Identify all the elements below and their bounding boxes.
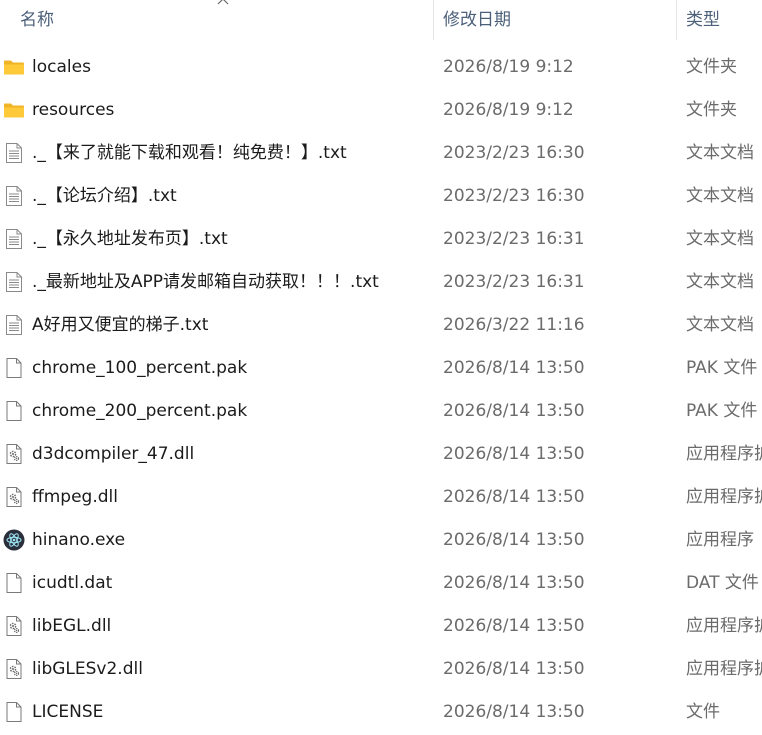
blank-file-icon [3,400,25,422]
file-row[interactable]: ffmpeg.dll 2026/8/14 13:50 应用程序扩 [0,476,762,519]
dll-gear-file-icon [3,443,25,465]
electron-app-icon [3,529,25,551]
file-row[interactable]: LICENSE 2026/8/14 13:50 文件 [0,691,762,734]
file-name[interactable]: ._【永久地址发布页】.txt [32,218,432,261]
file-name[interactable]: ._最新地址及APP请发邮箱自动获取！！！.txt [32,261,432,304]
dll-gear-file-icon [3,658,25,680]
file-name[interactable]: chrome_100_percent.pak [32,347,432,390]
file-name[interactable]: ._【论坛介绍】.txt [32,175,432,218]
file-type: 文件夹 [686,57,737,77]
file-date-modified: 2026/8/14 13:50 [443,573,585,593]
file-type: 文本文档 [686,143,754,163]
file-type: 应用程序扩 [686,659,762,679]
file-name[interactable]: locales [32,46,432,89]
file-date-modified: 2026/8/14 13:50 [443,530,585,550]
file-row[interactable]: hinano.exe 2026/8/14 13:50 应用程序 [0,519,762,562]
file-type: 文件夹 [686,100,737,120]
text-document-icon [3,271,25,293]
file-row[interactable]: ._【论坛介绍】.txt 2023/2/23 16:30 文本文档 [0,175,762,218]
file-type: 应用程序扩 [686,444,762,464]
text-document-icon [3,185,25,207]
file-date-modified: 2026/8/14 13:50 [443,487,585,507]
file-row[interactable]: ._【永久地址发布页】.txt 2023/2/23 16:31 文本文档 [0,218,762,261]
file-name[interactable]: resources [32,89,432,132]
file-rows: locales 2026/8/19 9:12 文件夹 resources 2026/8/… [0,46,762,734]
file-name[interactable]: ._【来了就能下载和观看！纯免费！】.txt [32,132,432,175]
file-row[interactable]: d3dcompiler_47.dll 2026/8/14 13:50 应用程序扩 [0,433,762,476]
file-name[interactable]: LICENSE [32,691,432,734]
column-header-name[interactable]: 名称 [20,0,428,40]
text-document-icon [3,228,25,250]
file-date-modified: 2026/8/14 13:50 [443,702,585,722]
file-type: 文件 [686,702,720,722]
file-type: 文本文档 [686,315,754,335]
file-row[interactable]: libGLESv2.dll 2026/8/14 13:50 应用程序扩 [0,648,762,691]
file-type: 应用程序 [686,530,754,550]
file-name[interactable]: icudtl.dat [32,562,432,605]
column-divider[interactable] [433,0,434,40]
file-type: PAK 文件 [686,401,758,421]
file-name[interactable]: ffmpeg.dll [32,476,432,519]
file-type: 文本文档 [686,186,754,206]
file-date-modified: 2023/2/23 16:31 [443,229,585,249]
file-row[interactable]: A好用又便宜的梯子.txt 2026/3/22 11:16 文本文档 [0,304,762,347]
file-date-modified: 2026/3/22 11:16 [443,315,585,335]
file-name[interactable]: libGLESv2.dll [32,648,432,691]
text-document-icon [3,314,25,336]
file-row[interactable]: icudtl.dat 2026/8/14 13:50 DAT 文件 [0,562,762,605]
file-name[interactable]: A好用又便宜的梯子.txt [32,304,432,347]
sort-ascending-icon [217,0,229,5]
file-date-modified: 2026/8/14 13:50 [443,358,585,378]
dll-gear-file-icon [3,486,25,508]
dll-gear-file-icon [3,615,25,637]
file-date-modified: 2023/2/23 16:30 [443,186,585,206]
file-name[interactable]: d3dcompiler_47.dll [32,433,432,476]
file-type: DAT 文件 [686,573,759,593]
column-divider[interactable] [676,0,677,40]
blank-file-icon [3,701,25,723]
file-type: 应用程序扩 [686,616,762,636]
file-type: PAK 文件 [686,358,758,378]
file-type: 应用程序扩 [686,487,762,507]
text-document-icon [3,142,25,164]
file-row[interactable]: chrome_200_percent.pak 2026/8/14 13:50 PAK… [0,390,762,433]
file-list-view: 名称 修改日期 类型 locales 2026/8/19 9:12 文件夹 resou… [0,0,762,735]
file-type: 文本文档 [686,229,754,249]
file-date-modified: 2026/8/14 13:50 [443,401,585,421]
file-row[interactable]: resources 2026/8/19 9:12 文件夹 [0,89,762,132]
blank-file-icon [3,357,25,379]
file-name[interactable]: hinano.exe [32,519,432,562]
file-date-modified: 2026/8/14 13:50 [443,444,585,464]
column-header-bar: 名称 修改日期 类型 [0,0,762,40]
file-row[interactable]: locales 2026/8/19 9:12 文件夹 [0,46,762,89]
folder-icon [3,56,25,78]
column-header-date-modified[interactable]: 修改日期 [443,0,668,40]
file-row[interactable]: ._【来了就能下载和观看！纯免费！】.txt 2023/2/23 16:30 文本文… [0,132,762,175]
file-date-modified: 2023/2/23 16:30 [443,143,585,163]
column-header-type[interactable]: 类型 [686,0,762,40]
file-date-modified: 2023/2/23 16:31 [443,272,585,292]
file-date-modified: 2026/8/19 9:12 [443,57,574,77]
file-row[interactable]: chrome_100_percent.pak 2026/8/14 13:50 PAK… [0,347,762,390]
file-date-modified: 2026/8/14 13:50 [443,659,585,679]
folder-icon [3,99,25,121]
file-type: 文本文档 [686,272,754,292]
file-row[interactable]: libEGL.dll 2026/8/14 13:50 应用程序扩 [0,605,762,648]
file-row[interactable]: ._最新地址及APP请发邮箱自动获取！！！.txt 2023/2/23 16:31… [0,261,762,304]
file-date-modified: 2026/8/19 9:12 [443,100,574,120]
file-name[interactable]: libEGL.dll [32,605,432,648]
blank-file-icon [3,572,25,594]
file-date-modified: 2026/8/14 13:50 [443,616,585,636]
file-name[interactable]: chrome_200_percent.pak [32,390,432,433]
